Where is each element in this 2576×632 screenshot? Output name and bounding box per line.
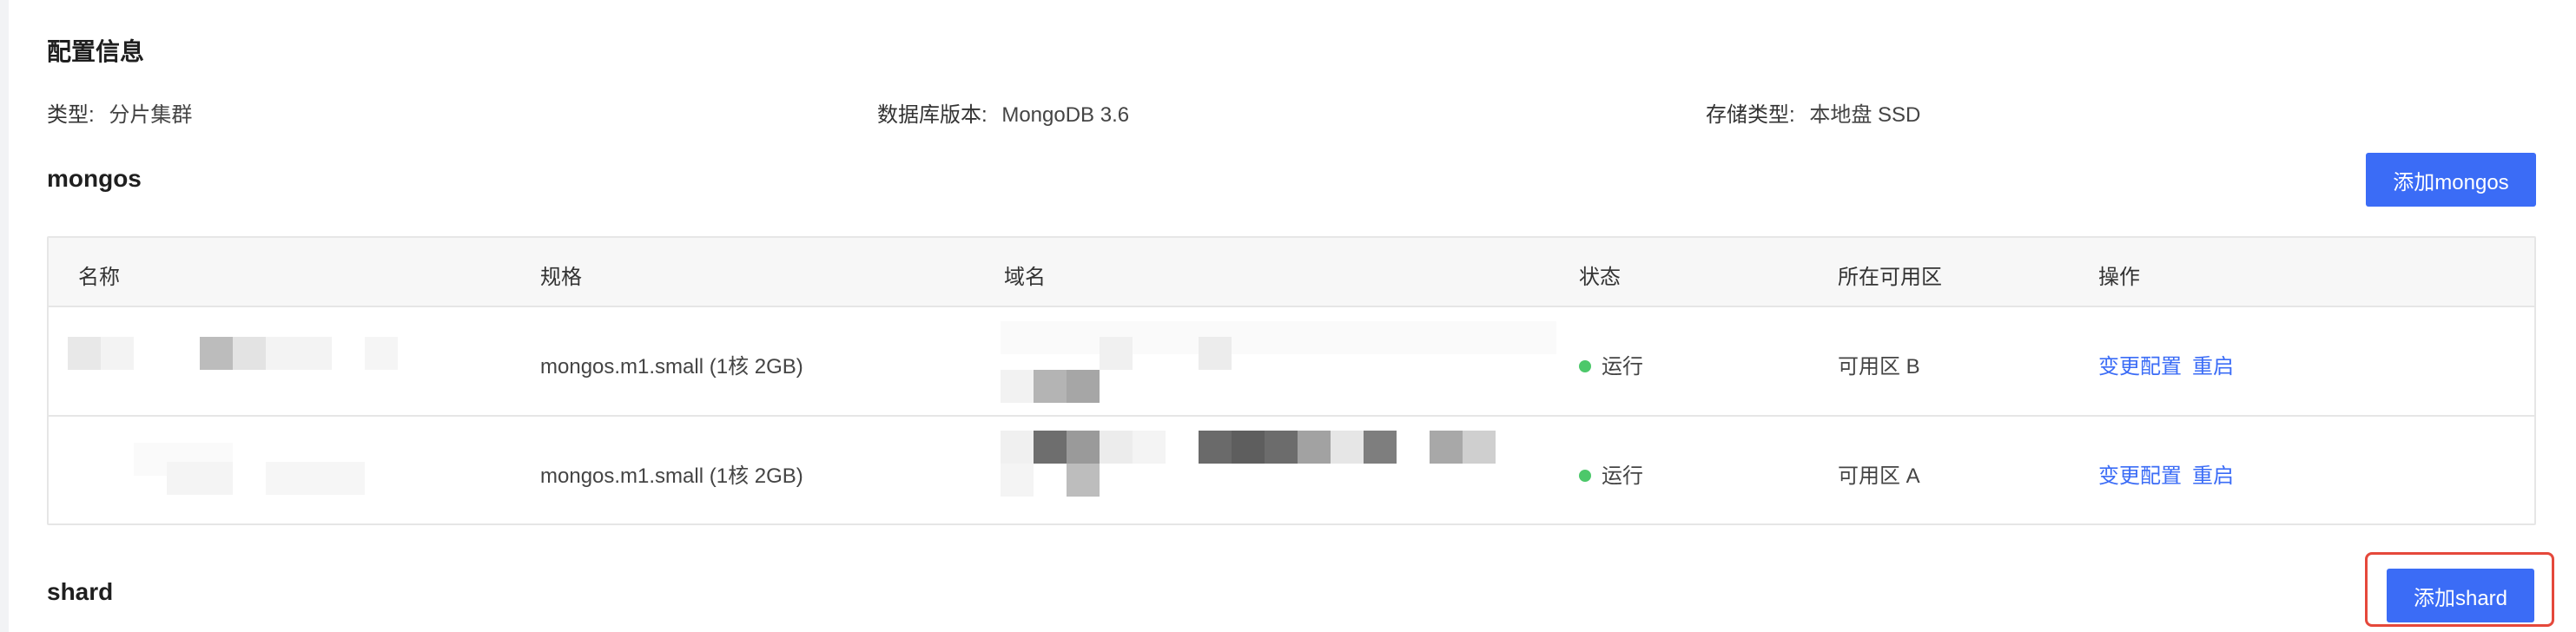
actions-cell: 变更配置 重启 (2098, 458, 2244, 489)
redacted-domain (1001, 321, 1556, 405)
restart-link[interactable]: 重启 (2192, 355, 2234, 379)
type-label: 类型: (47, 103, 95, 127)
spec-cell: mongos.m1.small (1核 2GB) (540, 464, 803, 488)
storage-info: 存储类型: 本地盘 SSD (1706, 97, 1920, 128)
column-header-zone: 所在可用区 (1838, 266, 1942, 289)
actions-cell: 变更配置 重启 (2098, 349, 2244, 379)
left-border (0, 0, 9, 632)
column-header-name: 名称 (78, 266, 120, 289)
redacted-domain (1001, 431, 1556, 514)
table-header: 名称 规格 域名 状态 所在可用区 操作 (49, 238, 2534, 307)
db-version-label: 数据库版本: (877, 103, 987, 127)
status-text: 运行 (1602, 464, 1643, 488)
mongos-table: 名称 规格 域名 状态 所在可用区 操作 mongos.m1.small (1核… (47, 236, 2536, 525)
type-value: 分片集群 (109, 103, 193, 127)
spec-cell: mongos.m1.small (1核 2GB) (540, 355, 803, 379)
status-running-icon (1579, 359, 1591, 372)
page: 配置信息 类型: 分片集群 数据库版本: MongoDB 3.6 存储类型: 本… (0, 0, 2576, 632)
change-config-link[interactable]: 变更配置 (2098, 355, 2182, 379)
storage-value: 本地盘 SSD (1809, 103, 1921, 127)
db-version-value: MongoDB 3.6 (1001, 103, 1130, 127)
zone-cell: 可用区 A (1838, 464, 1920, 488)
status-running-icon (1579, 469, 1591, 482)
redacted-name (68, 337, 433, 370)
status-cell: 运行 (1579, 458, 1643, 489)
config-section-title: 配置信息 (47, 38, 145, 65)
redacted-name (68, 443, 433, 495)
mongos-section-title: mongos (47, 165, 142, 192)
status-text: 运行 (1602, 355, 1643, 379)
shard-section-title: shard (47, 578, 114, 605)
change-config-link[interactable]: 变更配置 (2098, 464, 2182, 488)
storage-label: 存储类型: (1706, 103, 1795, 127)
table-row: mongos.m1.small (1核 2GB) 运行 可用区 A 变更配置 重… (49, 418, 2534, 528)
add-mongos-button[interactable]: 添加mongos (2366, 153, 2536, 207)
column-header-spec: 规格 (540, 266, 582, 289)
column-header-actions: 操作 (2098, 266, 2140, 289)
table-row: mongos.m1.small (1核 2GB) 运行 可用区 B 变更配置 重启 (49, 307, 2534, 417)
restart-link[interactable]: 重启 (2192, 464, 2234, 488)
zone-cell: 可用区 B (1838, 355, 1920, 379)
column-header-domain: 域名 (1004, 266, 1046, 289)
add-shard-button[interactable]: 添加shard (2387, 569, 2534, 622)
type-info: 类型: 分片集群 (47, 97, 192, 128)
status-cell: 运行 (1579, 349, 1643, 379)
column-header-status: 状态 (1579, 266, 1621, 289)
db-version-info: 数据库版本: MongoDB 3.6 (877, 97, 1129, 128)
